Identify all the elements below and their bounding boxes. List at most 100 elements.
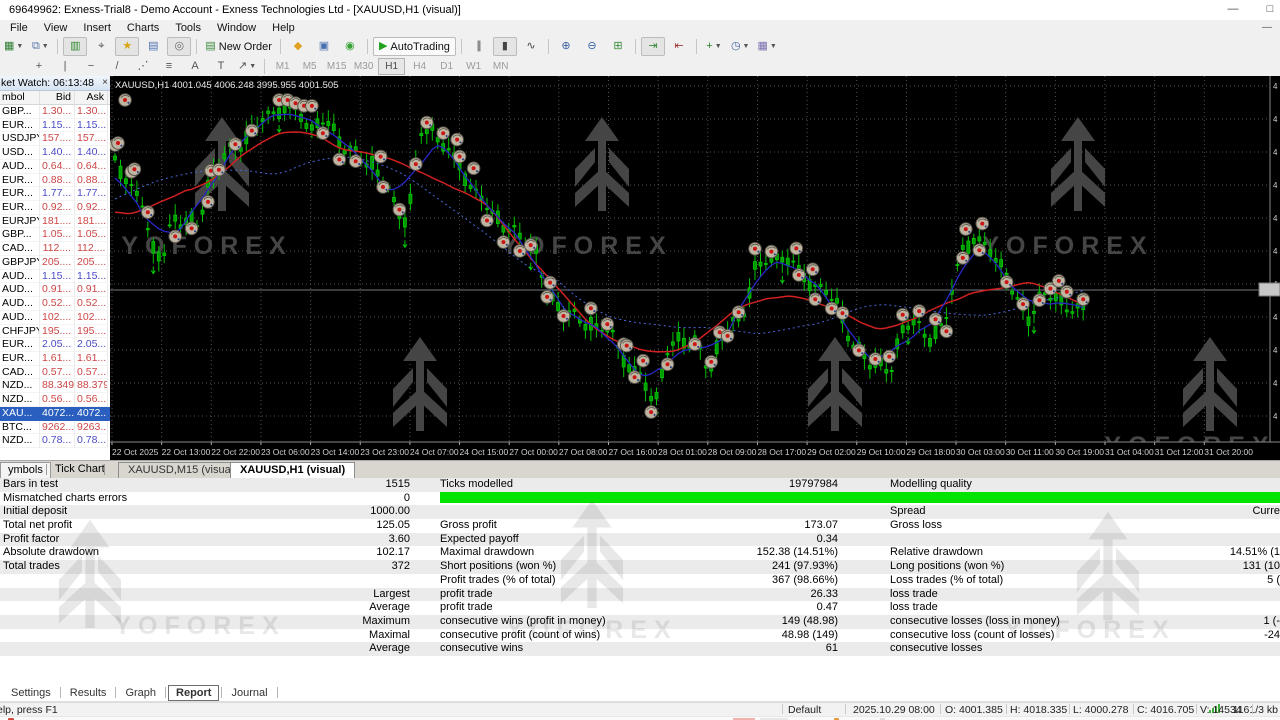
timeframe-m15[interactable]: M15	[324, 59, 349, 74]
market-watch-row[interactable]: EUR...0.92...0.92...	[0, 201, 110, 215]
terminal-toggle[interactable]: ▤	[141, 37, 165, 56]
tile-windows-button[interactable]: ⊞	[606, 37, 630, 56]
market-watch-row[interactable]: USD...1.40...1.40...	[0, 146, 110, 160]
print-button[interactable]: ▣	[312, 37, 336, 56]
report-label-2: consecutive wins (profit in money)	[440, 615, 606, 629]
minimize-button[interactable]: —	[1218, 2, 1248, 18]
timeframe-h4[interactable]: H4	[407, 59, 432, 74]
fibonacci-tool[interactable]: ≡	[157, 57, 181, 76]
market-watch-row[interactable]: AUD...0.64...0.64...	[0, 160, 110, 174]
market-watch-row[interactable]: NZD...0.78...0.78...	[0, 434, 110, 448]
report-value-1: 1515	[290, 478, 410, 492]
strategy-tester-toggle[interactable]: ◎	[167, 37, 191, 56]
new-order-button[interactable]: ▤New Order	[202, 37, 275, 56]
report-label-3: Loss trades (% of total)	[890, 574, 1003, 588]
menu-view[interactable]: View	[36, 21, 76, 35]
market-watch-row[interactable]: EUR...2.05...2.05...	[0, 338, 110, 352]
toolbar-separator	[57, 39, 58, 54]
profiles-button[interactable]: ⧉▼	[28, 37, 52, 56]
vertical-line-tool[interactable]: |	[53, 57, 77, 76]
market-watch-row[interactable]: AUD...102....102....	[0, 311, 110, 325]
bid-cell: 0.56...	[40, 393, 75, 407]
svg-text:XAUUSD,H1 4001.045 4006.248 39: XAUUSD,H1 4001.045 4006.248 3995.955 400…	[115, 80, 338, 91]
timeframe-m1[interactable]: M1	[270, 59, 295, 74]
text-label-tool[interactable]: T	[209, 57, 233, 76]
tab-tick-chart[interactable]: Tick Chart	[48, 462, 112, 477]
tester-tab-settings[interactable]: Settings	[4, 686, 58, 700]
chart-tab-0[interactable]: XAUUSD,M15 (visual)	[118, 462, 247, 479]
market-watch-row[interactable]: AUD...0.91...0.91...	[0, 283, 110, 297]
close-icon[interactable]: ×	[102, 76, 108, 90]
svg-text:29 Oct 10:00: 29 Oct 10:00	[857, 447, 906, 457]
zoom-in-button[interactable]: ⊕	[554, 37, 578, 56]
autotrading-button[interactable]: ▶AutoTrading	[373, 37, 456, 56]
community-button[interactable]: ◉	[338, 37, 362, 56]
timeframe-w1[interactable]: W1	[461, 59, 486, 74]
crosshair-tool[interactable]: +	[27, 57, 51, 76]
menu-insert[interactable]: Insert	[75, 21, 119, 35]
report-value-2: 19797984	[620, 478, 838, 492]
menu-window[interactable]: Window	[209, 21, 264, 35]
trendline-tool[interactable]: /	[105, 57, 129, 76]
chart-area[interactable]: YOFOREXYOFOREXYOFOREXYOFOREX22 Oct 20252…	[110, 76, 1280, 460]
market-watch-row[interactable]: USDJPY157....157....	[0, 132, 110, 146]
data-window-toggle[interactable]: ⌖	[89, 37, 113, 56]
market-watch-row[interactable]: NZD...88.34988.379	[0, 379, 110, 393]
periods-button[interactable]: ◷▼	[728, 37, 753, 56]
market-watch-row[interactable]: CAD...0.57...0.57...	[0, 366, 110, 380]
timeframe-m5[interactable]: M5	[297, 59, 322, 74]
menu-file[interactable]: File	[2, 21, 36, 35]
market-watch-row[interactable]: GBP...1.30...1.30...	[0, 105, 110, 119]
market-watch-row[interactable]: NZD...0.56...0.56...	[0, 393, 110, 407]
templates-button[interactable]: ▦▼	[754, 37, 779, 56]
maximize-button[interactable]: □	[1255, 2, 1280, 18]
tester-tab-graph[interactable]: Graph	[118, 686, 163, 700]
tester-tab-results[interactable]: Results	[63, 686, 114, 700]
horizontal-line-tool[interactable]: −	[79, 57, 103, 76]
market-watch-row[interactable]: GBPJPY205....205....	[0, 256, 110, 270]
candlestick-chart[interactable]: YOFOREXYOFOREXYOFOREXYOFOREX22 Oct 20252…	[110, 76, 1280, 460]
timeframe-mn[interactable]: MN	[488, 59, 513, 74]
text-tool[interactable]: A	[183, 57, 207, 76]
timeframe-d1[interactable]: D1	[434, 59, 459, 74]
market-watch-row[interactable]: GBP...1.05...1.05...	[0, 228, 110, 242]
chart-shift-button[interactable]: ⇤	[667, 37, 691, 56]
menu-help[interactable]: Help	[264, 21, 303, 35]
tester-tab-journal[interactable]: Journal	[224, 686, 274, 700]
report-value-1: Maximal	[290, 629, 410, 643]
market-watch-row[interactable]: XAU...4072....4072....	[0, 407, 110, 421]
chart-tab-1[interactable]: XAUUSD,H1 (visual)	[230, 462, 355, 479]
market-watch-row[interactable]: EUR...1.15...1.15...	[0, 119, 110, 133]
market-watch-row[interactable]: AUD...1.15...1.15...	[0, 270, 110, 284]
auto-scroll-button[interactable]: ⇥	[641, 37, 665, 56]
timeframe-m30[interactable]: M30	[351, 59, 376, 74]
market-watch-row[interactable]: EUR...1.61...1.61...	[0, 352, 110, 366]
market-watch-row[interactable]: EUR...1.77...1.77...	[0, 187, 110, 201]
mdi-minimize-button[interactable]: —	[1262, 22, 1272, 33]
market-watch-toggle[interactable]: ▥	[63, 37, 87, 56]
symbol-cell: EUR...	[0, 187, 40, 201]
zoom-out-button[interactable]: ⊖	[580, 37, 604, 56]
market-watch-row[interactable]: EUR...0.88...0.88...	[0, 174, 110, 188]
market-watch-row[interactable]: EURJPY181....181....	[0, 215, 110, 229]
market-watch-row[interactable]: BTC...9262...9263...	[0, 421, 110, 435]
tester-tab-report[interactable]: Report	[168, 685, 219, 701]
line-chart-button[interactable]: ∿	[519, 37, 543, 56]
new-chart-button[interactable]: ▦▼	[1, 37, 26, 56]
timeframe-h1[interactable]: H1	[378, 58, 405, 75]
report-value-1: 3.60	[290, 533, 410, 547]
market-watch-row[interactable]: CHFJPY195....195....	[0, 325, 110, 339]
tab-symbols[interactable]: ymbols	[0, 462, 51, 478]
menu-charts[interactable]: Charts	[119, 21, 167, 35]
menu-tools[interactable]: Tools	[167, 21, 209, 35]
market-watch-row[interactable]: CAD...112....112....	[0, 242, 110, 256]
indicators-button[interactable]: +▼	[702, 37, 726, 56]
candlestick-button[interactable]: ▮	[493, 37, 517, 56]
bid-cell: 205....	[40, 256, 75, 270]
bar-chart-button[interactable]: ∥	[467, 37, 491, 56]
arrows-tool[interactable]: ↗▼	[235, 57, 259, 76]
market-watch-row[interactable]: AUD...0.52...0.52...	[0, 297, 110, 311]
navigator-toggle[interactable]: ★	[115, 37, 139, 56]
metaeditor-button[interactable]: ◆	[286, 37, 310, 56]
channel-tool[interactable]: ⋰	[131, 57, 155, 76]
